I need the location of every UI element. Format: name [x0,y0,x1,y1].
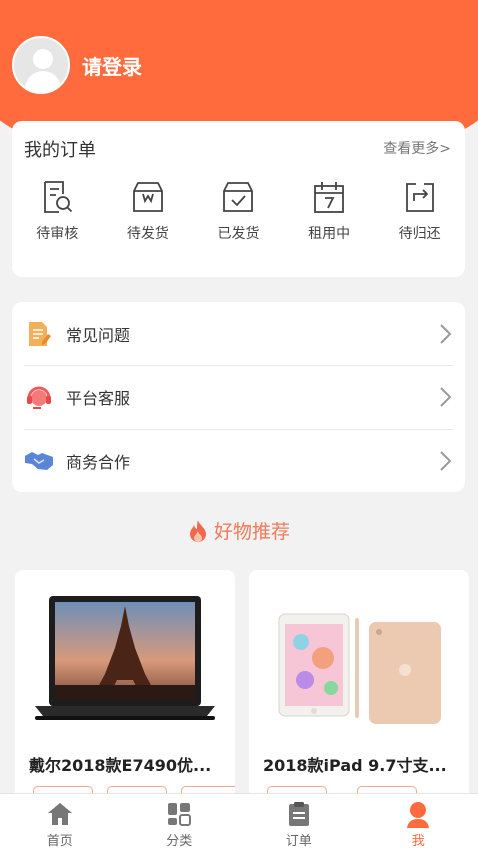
tab-orders[interactable]: 订单 [239,794,359,850]
tab-label: 首页 [46,834,73,849]
tab-home[interactable]: 首页 [0,794,120,850]
orders-title: 我的订单 [24,140,96,161]
chevron-right-icon [440,323,452,344]
chevron-right-icon [440,451,452,471]
recommend-title: 好物推荐 [213,521,290,543]
chevron-right-icon [440,387,452,407]
orders-card: 我的订单 查看更多> 待审核 待发货 已发货 租用中 待归还 [12,121,465,277]
product-title: 戴尔2018款E7490优... [29,756,212,775]
menu-item-label: 商务合作 [66,453,131,472]
tab-category[interactable]: 分类 [120,794,240,850]
product-card[interactable]: 戴尔2018款E7490优... [15,570,235,810]
order-status-label: 租用中 [308,226,351,242]
menu-item-label: 常见问题 [66,325,131,345]
tab-label: 分类 [166,834,193,849]
tab-label: 我 [411,834,425,849]
user-icon [407,802,430,828]
avatar-body [25,71,61,92]
tab-me[interactable]: 我 [359,794,478,850]
order-status-shipped[interactable]: 已发货 [193,179,284,243]
category-icon [168,803,192,826]
orders-more-link[interactable]: 查看更多> [383,138,451,158]
to-ship-box-icon [132,182,163,212]
home-icon [47,803,72,825]
login-link[interactable]: 请登录 [82,51,142,80]
order-status-label: 待发货 [126,226,169,242]
menu-card: 常见问题 平台客服 商务合作 [12,302,465,492]
review-icon [44,181,73,213]
order-status-to-ship[interactable]: 待发货 [103,179,194,243]
menu-item-business-cooperation[interactable]: 商务合作 [24,429,453,492]
calendar-icon [314,182,344,213]
bottom-tab-bar: 首页 分类 订单 我 [0,793,478,850]
order-status-to-return[interactable]: 待归还 [374,179,465,243]
order-status-label: 待归还 [398,226,441,242]
clipboard-icon [288,802,309,826]
ipad-image [278,613,441,724]
shipped-box-icon [223,182,254,212]
laptop-image [35,596,215,720]
menu-item-label: 平台客服 [66,389,131,408]
avatar-head [33,49,53,69]
order-status-label: 待审核 [36,226,79,242]
profile-header: 请登录 [12,36,142,94]
menu-item-customer-service[interactable]: 平台客服 [24,365,453,428]
customer-service-icon [24,382,54,412]
order-status-renting[interactable]: 租用中 [284,179,375,243]
order-status-label: 已发货 [217,226,260,242]
menu-item-faq[interactable]: 常见问题 [24,302,453,365]
return-icon [405,183,434,212]
product-card[interactable]: 2018款iPad 9.7寸支... [249,570,469,810]
handshake-icon [24,446,54,476]
order-status-pending-review[interactable]: 待审核 [12,179,103,243]
tab-label: 订单 [285,834,312,849]
recommend-heading: 好物推荐 [0,517,478,544]
order-status-list: 待审核 待发货 已发货 租用中 待归还 [12,179,465,243]
avatar[interactable] [12,36,70,94]
faq-document-icon [24,319,54,349]
product-title: 2018款iPad 9.7寸支... [263,756,447,775]
flame-icon [189,519,206,542]
